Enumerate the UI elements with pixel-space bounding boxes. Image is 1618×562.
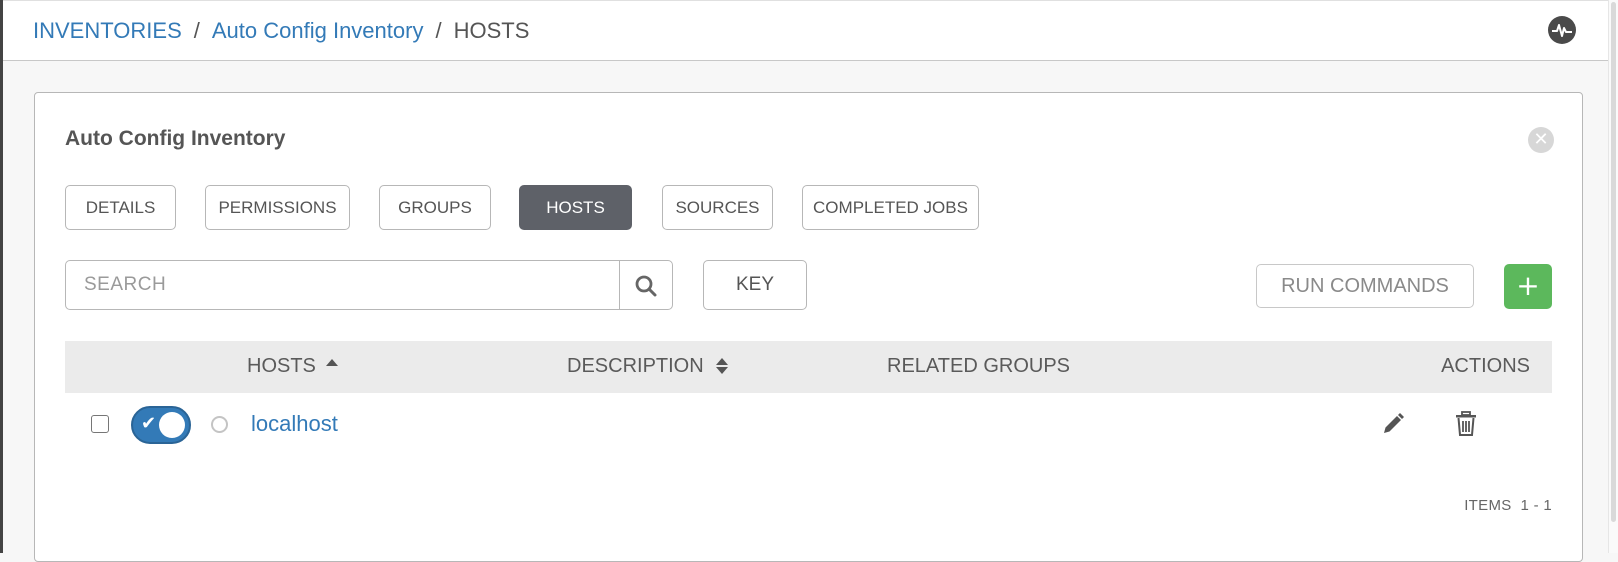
host-enabled-toggle[interactable]: ✔ [131,406,191,444]
breadcrumb: INVENTORIES / Auto Config Inventory / HO… [33,18,529,44]
tab-permissions[interactable]: PERMISSIONS [205,185,350,230]
tab-sources[interactable]: SOURCES [662,185,773,230]
tab-hosts[interactable]: HOSTS [519,185,632,230]
table-row: ✔ localhost [65,393,1552,457]
table-header: HOSTS DESCRIPTION RELATED GROUPS ACTIONS [65,341,1552,393]
inventory-panel: Auto Config Inventory ✕ DETAILS PERMISSI… [34,92,1583,562]
breadcrumb-inventories[interactable]: INVENTORIES [33,18,182,44]
check-icon: ✔ [141,413,157,434]
trash-icon [1456,411,1476,436]
activity-stream-icon[interactable] [1548,16,1576,44]
scrollbar-thumb[interactable] [1611,2,1616,522]
pencil-icon [1384,413,1404,433]
breadcrumb-separator: / [435,18,442,43]
search-button[interactable] [619,261,672,309]
panel-title: Auto Config Inventory [65,127,286,150]
row-select-checkbox[interactable] [91,415,109,433]
items-label: ITEMS [1464,497,1512,514]
host-name-link[interactable]: localhost [251,411,338,437]
host-status-icon [211,416,228,433]
column-actions: ACTIONS [1441,355,1530,377]
sort-icon [715,358,728,374]
toggle-knob [159,412,185,438]
column-hosts-label: HOSTS [247,355,316,377]
sort-ascending-icon [325,359,338,366]
run-commands-button[interactable]: RUN COMMANDS [1256,264,1474,308]
key-button[interactable]: KEY [703,260,807,310]
edit-host-button[interactable] [1381,412,1405,436]
delete-host-button[interactable] [1455,411,1477,437]
breadcrumb-separator: / [193,18,200,43]
breadcrumb-current: HOSTS [453,18,530,43]
close-button[interactable]: ✕ [1528,127,1554,153]
tab-groups[interactable]: GROUPS [379,185,491,230]
add-host-button[interactable]: + [1504,264,1552,309]
column-description[interactable]: DESCRIPTION [567,355,728,378]
search-icon [635,275,657,297]
tab-details[interactable]: DETAILS [65,185,176,230]
items-range: 1 - 1 [1520,497,1552,514]
column-description-label: DESCRIPTION [567,355,704,377]
search-box [65,260,673,310]
breadcrumb-inventory[interactable]: Auto Config Inventory [212,18,424,44]
pagination-count: ITEMS 1 - 1 [1464,497,1552,514]
window-edge [0,0,3,553]
top-bar: INVENTORIES / Auto Config Inventory / HO… [3,0,1608,61]
scrollbar[interactable] [1608,0,1618,553]
close-icon: ✕ [1533,129,1549,150]
column-hosts[interactable]: HOSTS [247,355,338,378]
tab-completed-jobs[interactable]: COMPLETED JOBS [802,185,979,230]
column-related-groups: RELATED GROUPS [887,355,1070,377]
search-input[interactable] [66,261,620,309]
